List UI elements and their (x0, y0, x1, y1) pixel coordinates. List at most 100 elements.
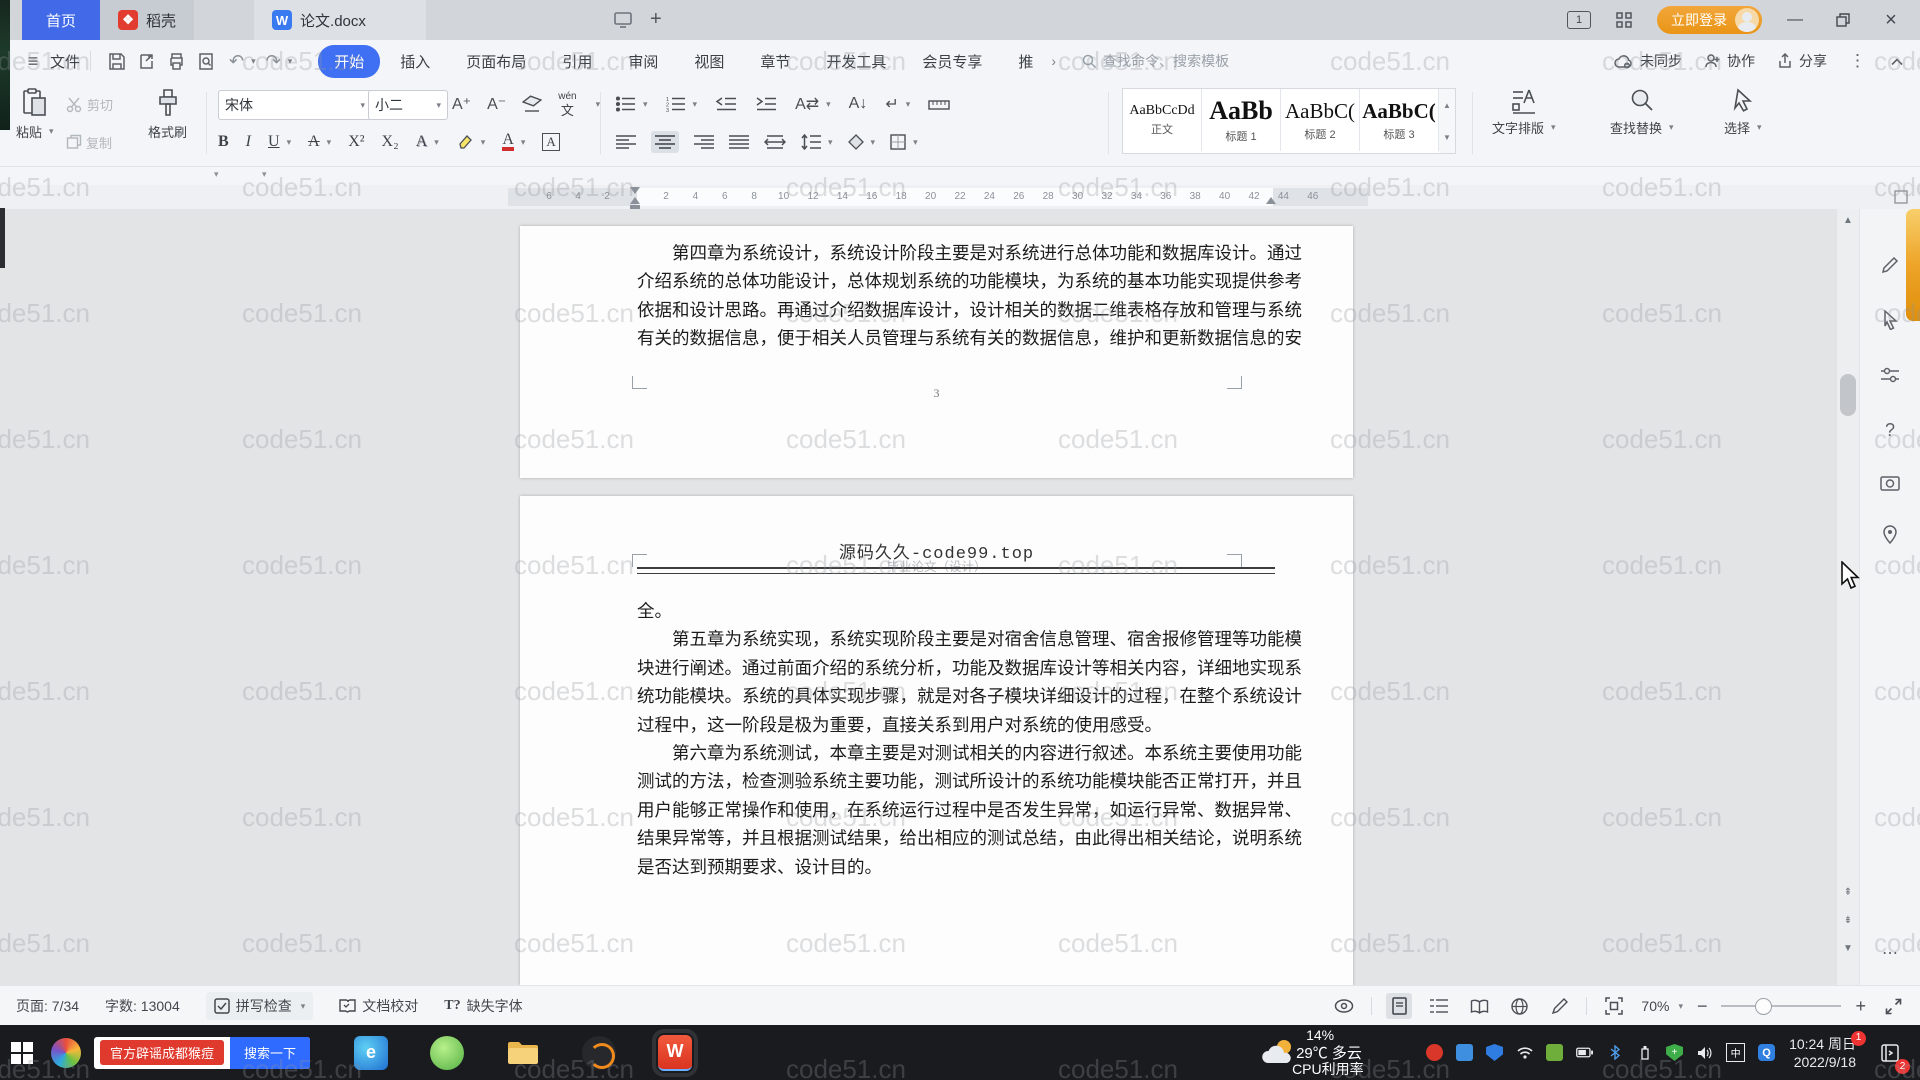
style-标题 2[interactable]: AaBbC(标题 2 (1281, 89, 1360, 151)
menu-tab-视图[interactable]: 视图 (678, 45, 740, 78)
format-painter-button[interactable]: 格式刷 (148, 88, 187, 141)
zoom-level[interactable]: 70% ▾ (1641, 998, 1683, 1014)
subscript-button[interactable]: X₂ (382, 133, 399, 151)
vertical-scrollbar[interactable]: ▲ ⇞ ⇟ ▼ (1836, 209, 1859, 985)
tray-red-app-icon[interactable] (1426, 1044, 1444, 1061)
scroll-up-icon[interactable]: ▲ (1837, 209, 1859, 231)
tray-battery-icon[interactable] (1576, 1044, 1594, 1061)
doc-text-line[interactable]: 依据和设计思路。再通过介绍数据库设计，设计相关的数据二维表格存放和管理与系统 (637, 296, 1302, 324)
spell-check-button[interactable]: 拼写检查 ▾ (205, 992, 314, 1020)
tab-docer[interactable]: ❖ 稻壳 (100, 0, 195, 40)
ruler-toggle-icon[interactable] (928, 97, 950, 111)
doc-text-line[interactable]: 块进行阐述。通过前面介绍的系统分析，功能及数据库设计等相关内容，详细地实现系 (637, 654, 1302, 682)
tray-bluetooth-icon[interactable] (1606, 1044, 1623, 1061)
start-button[interactable] (0, 1025, 44, 1080)
justify-icon[interactable] (729, 134, 749, 150)
page4-text[interactable]: 全。 第五章为系统实现，系统实现阶段主要是对宿舍信息管理、宿舍报修管理等功能模 块进… (637, 597, 1302, 881)
text-layout-button[interactable]: 文字排版 ▾ (1492, 88, 1556, 137)
borders-button[interactable]: ▾ (890, 134, 918, 150)
sync-status[interactable]: 未同步 (1614, 51, 1682, 71)
right-indent-marker[interactable] (1266, 197, 1276, 204)
italic-button[interactable]: I (246, 133, 251, 151)
menu-tab-页面布局[interactable]: 页面布局 (450, 45, 542, 78)
decrease-indent-icon[interactable] (715, 96, 737, 112)
wps-app-icon[interactable]: W (652, 1028, 699, 1077)
read-view-icon[interactable] (1466, 993, 1492, 1019)
doc-text-line[interactable]: 全。 (637, 597, 1273, 625)
menu-tab-引用[interactable]: 引用 (546, 45, 608, 78)
document-canvas[interactable]: 第四章为系统设计，系统设计阶段主要是对系统进行总体功能和数据库设计。通过 介绍系统… (0, 209, 1920, 985)
shrink-font-button[interactable]: A⁻ (487, 94, 506, 114)
tray-shield-icon[interactable] (1486, 1044, 1504, 1061)
increase-indent-icon[interactable] (755, 96, 777, 112)
hanging-indent-marker[interactable] (630, 197, 640, 209)
pinwheel-app-icon[interactable] (44, 1025, 88, 1080)
zoom-slider[interactable] (1721, 998, 1842, 1015)
zoom-slider-knob[interactable] (1755, 998, 1773, 1015)
text-effects-button[interactable]: A ▾ (416, 133, 439, 151)
indent-collapse-chevron2[interactable]: ▾ (262, 169, 267, 180)
align-center-button[interactable] (651, 131, 679, 153)
hamburger-menu-icon[interactable]: ≡ (18, 48, 48, 74)
doc-text-line[interactable]: 有关的数据信息，便于相关人员管理与系统有关的数据信息，维护和更新数据信息的安 (637, 324, 1302, 352)
page-view-icon[interactable] (1386, 993, 1413, 1019)
select-button[interactable]: 选择 ▾ (1724, 88, 1762, 137)
menu-tab-插入[interactable]: 插入 (384, 45, 446, 78)
align-left-icon[interactable] (616, 134, 636, 150)
doc-text-line[interactable]: 结果异常等，并且根据测试结果，给出相应的测试总结，由此得出相关结论，说明系统 (637, 824, 1302, 852)
more-options-icon[interactable]: ⋮ (1849, 51, 1868, 71)
vertical-ruler-toggle-icon[interactable] (1893, 189, 1909, 205)
style-标题 3[interactable]: AaBbC(标题 3 (1360, 89, 1439, 151)
apps-grid-icon[interactable] (1609, 5, 1639, 35)
switch-window-icon[interactable]: 1 (1567, 11, 1591, 29)
doc-text-line[interactable]: 过程中，这一阶段是极为重要，直接关系到用户对系统的使用感受。 (637, 711, 1273, 739)
character-shading-button[interactable]: A (542, 133, 560, 151)
find-replace-button[interactable]: 查找替换 ▾ (1610, 88, 1674, 137)
edit-pen-icon[interactable] (1874, 249, 1906, 281)
save-icon[interactable] (101, 48, 131, 74)
share-button[interactable]: 分享 (1777, 51, 1827, 71)
close-button[interactable]: × (1876, 5, 1906, 35)
scroll-down-icon[interactable]: ▼ (1837, 937, 1859, 959)
tray-usb-tool-icon[interactable] (1456, 1044, 1474, 1061)
tray-antivirus-icon[interactable]: + (1666, 1044, 1684, 1061)
missing-font-button[interactable]: T? 缺失字体 (444, 996, 522, 1016)
highlight-color-button[interactable]: ▾ (456, 134, 485, 150)
align-right-icon[interactable] (694, 134, 714, 150)
line-spacing-button[interactable]: ▾ (801, 134, 833, 150)
menu-tab-开始[interactable]: 开始 (318, 44, 381, 78)
paragraph-shading-button[interactable]: ▾ (847, 134, 875, 150)
print-icon[interactable] (161, 48, 191, 74)
edge-browser-icon[interactable]: e (354, 1035, 389, 1070)
style-标题 1[interactable]: AaBb 标题 1 (1202, 89, 1281, 151)
styles-scroll[interactable]: ▲ ▼ (1439, 89, 1455, 153)
styles-down-icon[interactable]: ▼ (1443, 133, 1451, 142)
tray-input-method-icon[interactable]: 中 (1726, 1043, 1746, 1062)
next-page-icon[interactable]: ⇟ (1837, 909, 1859, 931)
weather-widget[interactable]: 14% 29℃ 多云 CPU利用率 (1262, 1025, 1412, 1080)
doc-text-line[interactable]: 统功能模块。系统的具体实现步骤，就是对各子模块详细设计的过程，在整个系统设计 (637, 682, 1302, 710)
member-center-handle[interactable] (1906, 209, 1920, 321)
file-menu[interactable]: 文件 (50, 51, 80, 72)
scrollbar-thumb[interactable] (1840, 374, 1856, 416)
extract-tool-icon[interactable] (1874, 359, 1906, 391)
horizontal-ruler[interactable]: 6 4 2 2 4 6 8 10 12 14 16 18 20 22 24 26 28 30 32 34 36 38 40 4… (0, 185, 1920, 209)
tray-nvidia-icon[interactable] (1546, 1044, 1564, 1061)
font-name-combo[interactable]: 宋体 ▾ (218, 90, 372, 120)
more-tools-icon[interactable]: ⋯ (1874, 937, 1906, 969)
menu-overflow-chevron[interactable]: › (1051, 53, 1056, 69)
print-preview-icon[interactable] (191, 48, 221, 74)
undo-button[interactable]: ↶ ▾ (229, 51, 256, 72)
superscript-button[interactable]: X² (348, 133, 364, 151)
font-size-combo[interactable]: 小二 ▾ (368, 90, 448, 120)
tray-usb-drive-icon[interactable] (1636, 1044, 1653, 1061)
page-indicator[interactable]: 页面: 7/34 (16, 996, 79, 1016)
command-search[interactable]: 查找命令、搜索模板 (1082, 51, 1229, 71)
file-explorer-icon[interactable] (506, 1036, 540, 1070)
strikethrough-button[interactable]: A ▾ (308, 133, 331, 151)
location-icon[interactable] (1874, 519, 1906, 551)
notification-center-icon[interactable]: 2 (1870, 1025, 1910, 1080)
doc-text-line[interactable]: 第五章为系统实现，系统实现阶段主要是对宿舍信息管理、宿舍报修管理等功能模 (637, 625, 1302, 653)
page-3[interactable]: 第四章为系统设计，系统设计阶段主要是对系统进行总体功能和数据库设计。通过 介绍系统… (520, 226, 1353, 478)
doc-text-line[interactable]: 是否达到预期要求、设计目的。 (637, 853, 1273, 881)
